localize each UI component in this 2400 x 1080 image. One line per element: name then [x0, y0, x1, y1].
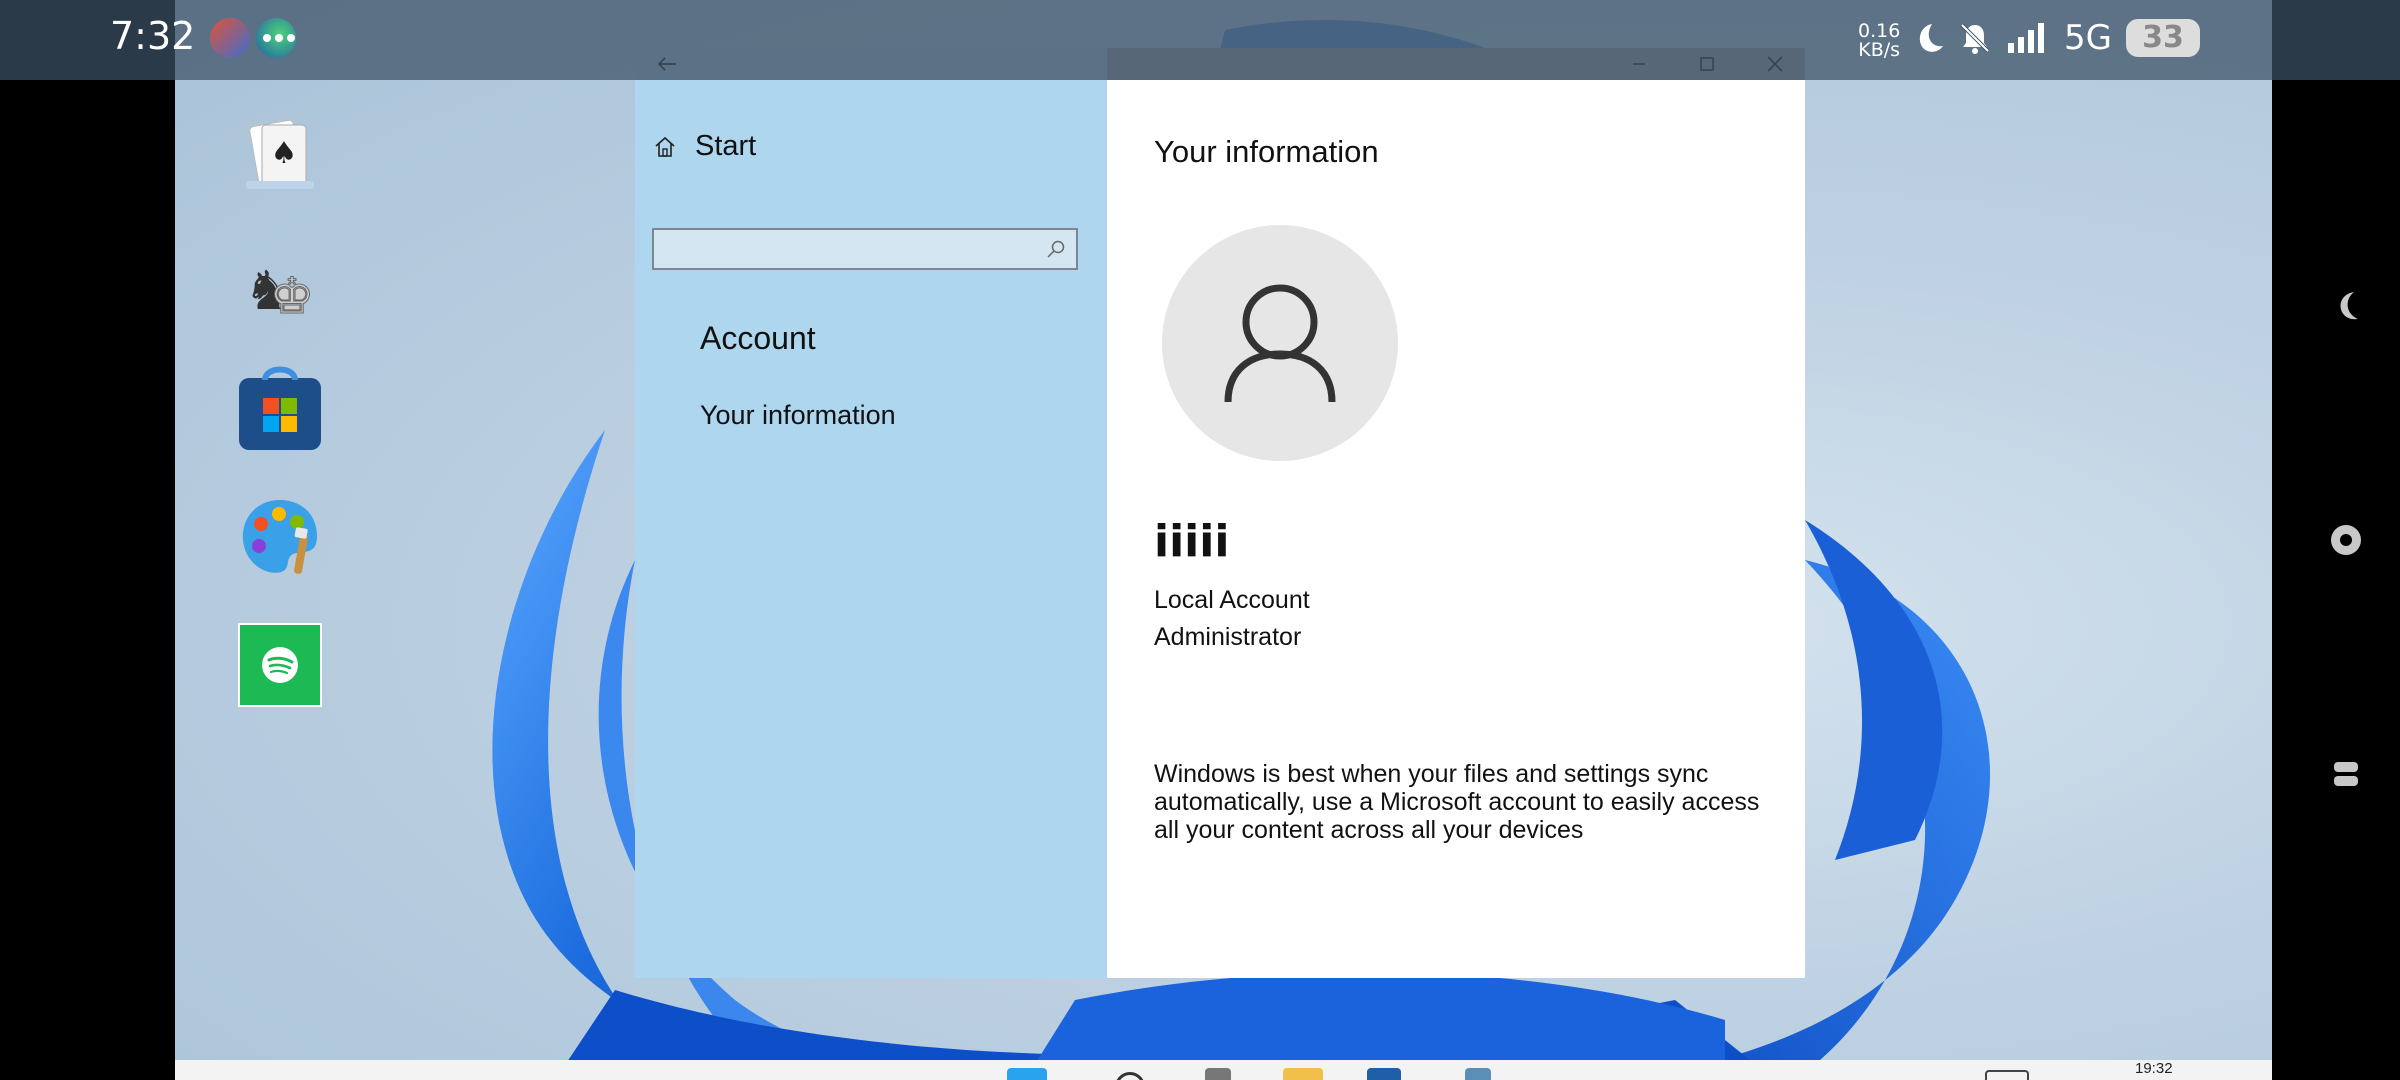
taskbar-settings-icon[interactable] [1465, 1068, 1491, 1080]
menu-handle-icon[interactable] [2328, 756, 2364, 792]
battery-indicator: 33 [2125, 19, 2200, 57]
sync-message: Windows is best when your files and sett… [1154, 760, 1760, 844]
search-icon[interactable] [1046, 239, 1066, 259]
spotify-icon[interactable] [237, 622, 323, 708]
start-button[interactable] [1007, 1068, 1047, 1080]
battery-tray-icon[interactable] [1985, 1070, 2029, 1080]
settings-search-input[interactable] [654, 230, 1046, 270]
home-icon [655, 136, 675, 157]
collapse-handle-icon[interactable] [2328, 288, 2364, 324]
account-type: Local Account [1154, 586, 1310, 614]
more-icon [263, 34, 295, 42]
side-controls [2310, 0, 2400, 1080]
status-icons: 5G 33 [1910, 18, 2200, 58]
taskbar-chess-icon[interactable] [1205, 1068, 1231, 1080]
paint-icon[interactable] [237, 494, 323, 580]
content-pane: Your information iiiii Local Account Adm… [1107, 80, 1805, 978]
taskbar-clock[interactable]: 19:32 [2135, 1060, 2173, 1077]
nav-item-your-information[interactable]: Your information [700, 400, 896, 431]
net-speed-unit: KB/s [1858, 39, 1901, 61]
net-speed: 0.16 KB/s [1858, 22, 1900, 60]
phone-status-bar: 7:32 0.16 KB/s 5G 33 [0, 0, 2400, 80]
nav-start-label: Start [695, 130, 757, 162]
svg-text:♚: ♚ [270, 267, 315, 323]
notification-app-icon [210, 18, 250, 58]
solitaire-icon[interactable]: ♠ [237, 112, 323, 198]
file-explorer-icon[interactable] [1283, 1068, 1323, 1080]
avatar [1162, 225, 1398, 461]
page-title: Your information [1154, 134, 1379, 169]
nav-start-link[interactable]: Start [653, 130, 756, 163]
account-role: Administrator [1154, 623, 1302, 651]
settings-window: Start Account Your information Your info… [635, 48, 1805, 978]
svg-text:♠: ♠ [271, 136, 298, 171]
settings-search-box[interactable] [652, 228, 1078, 270]
status-app-icons [210, 18, 296, 58]
chess-icon[interactable]: ♞ ♚ [237, 240, 323, 326]
signal-icon [2008, 23, 2044, 53]
network-type: 5G [2064, 18, 2112, 58]
user-name: iiiii [1154, 516, 1230, 567]
status-time: 7:32 [110, 14, 196, 58]
taskbar: 19:32 [175, 1060, 2272, 1080]
moon-icon [1919, 24, 1943, 52]
record-button-icon[interactable] [2328, 522, 2364, 558]
nav-section-title: Account [700, 320, 816, 356]
taskbar-search-icon[interactable] [1115, 1072, 1145, 1080]
microsoft-store-icon[interactable] [237, 366, 323, 452]
taskbar-store-icon[interactable] [1367, 1068, 1401, 1080]
bell-muted-icon [1960, 23, 1990, 54]
navigation-pane: Start Account Your information [635, 80, 1107, 978]
user-avatar-icon [1224, 284, 1336, 403]
